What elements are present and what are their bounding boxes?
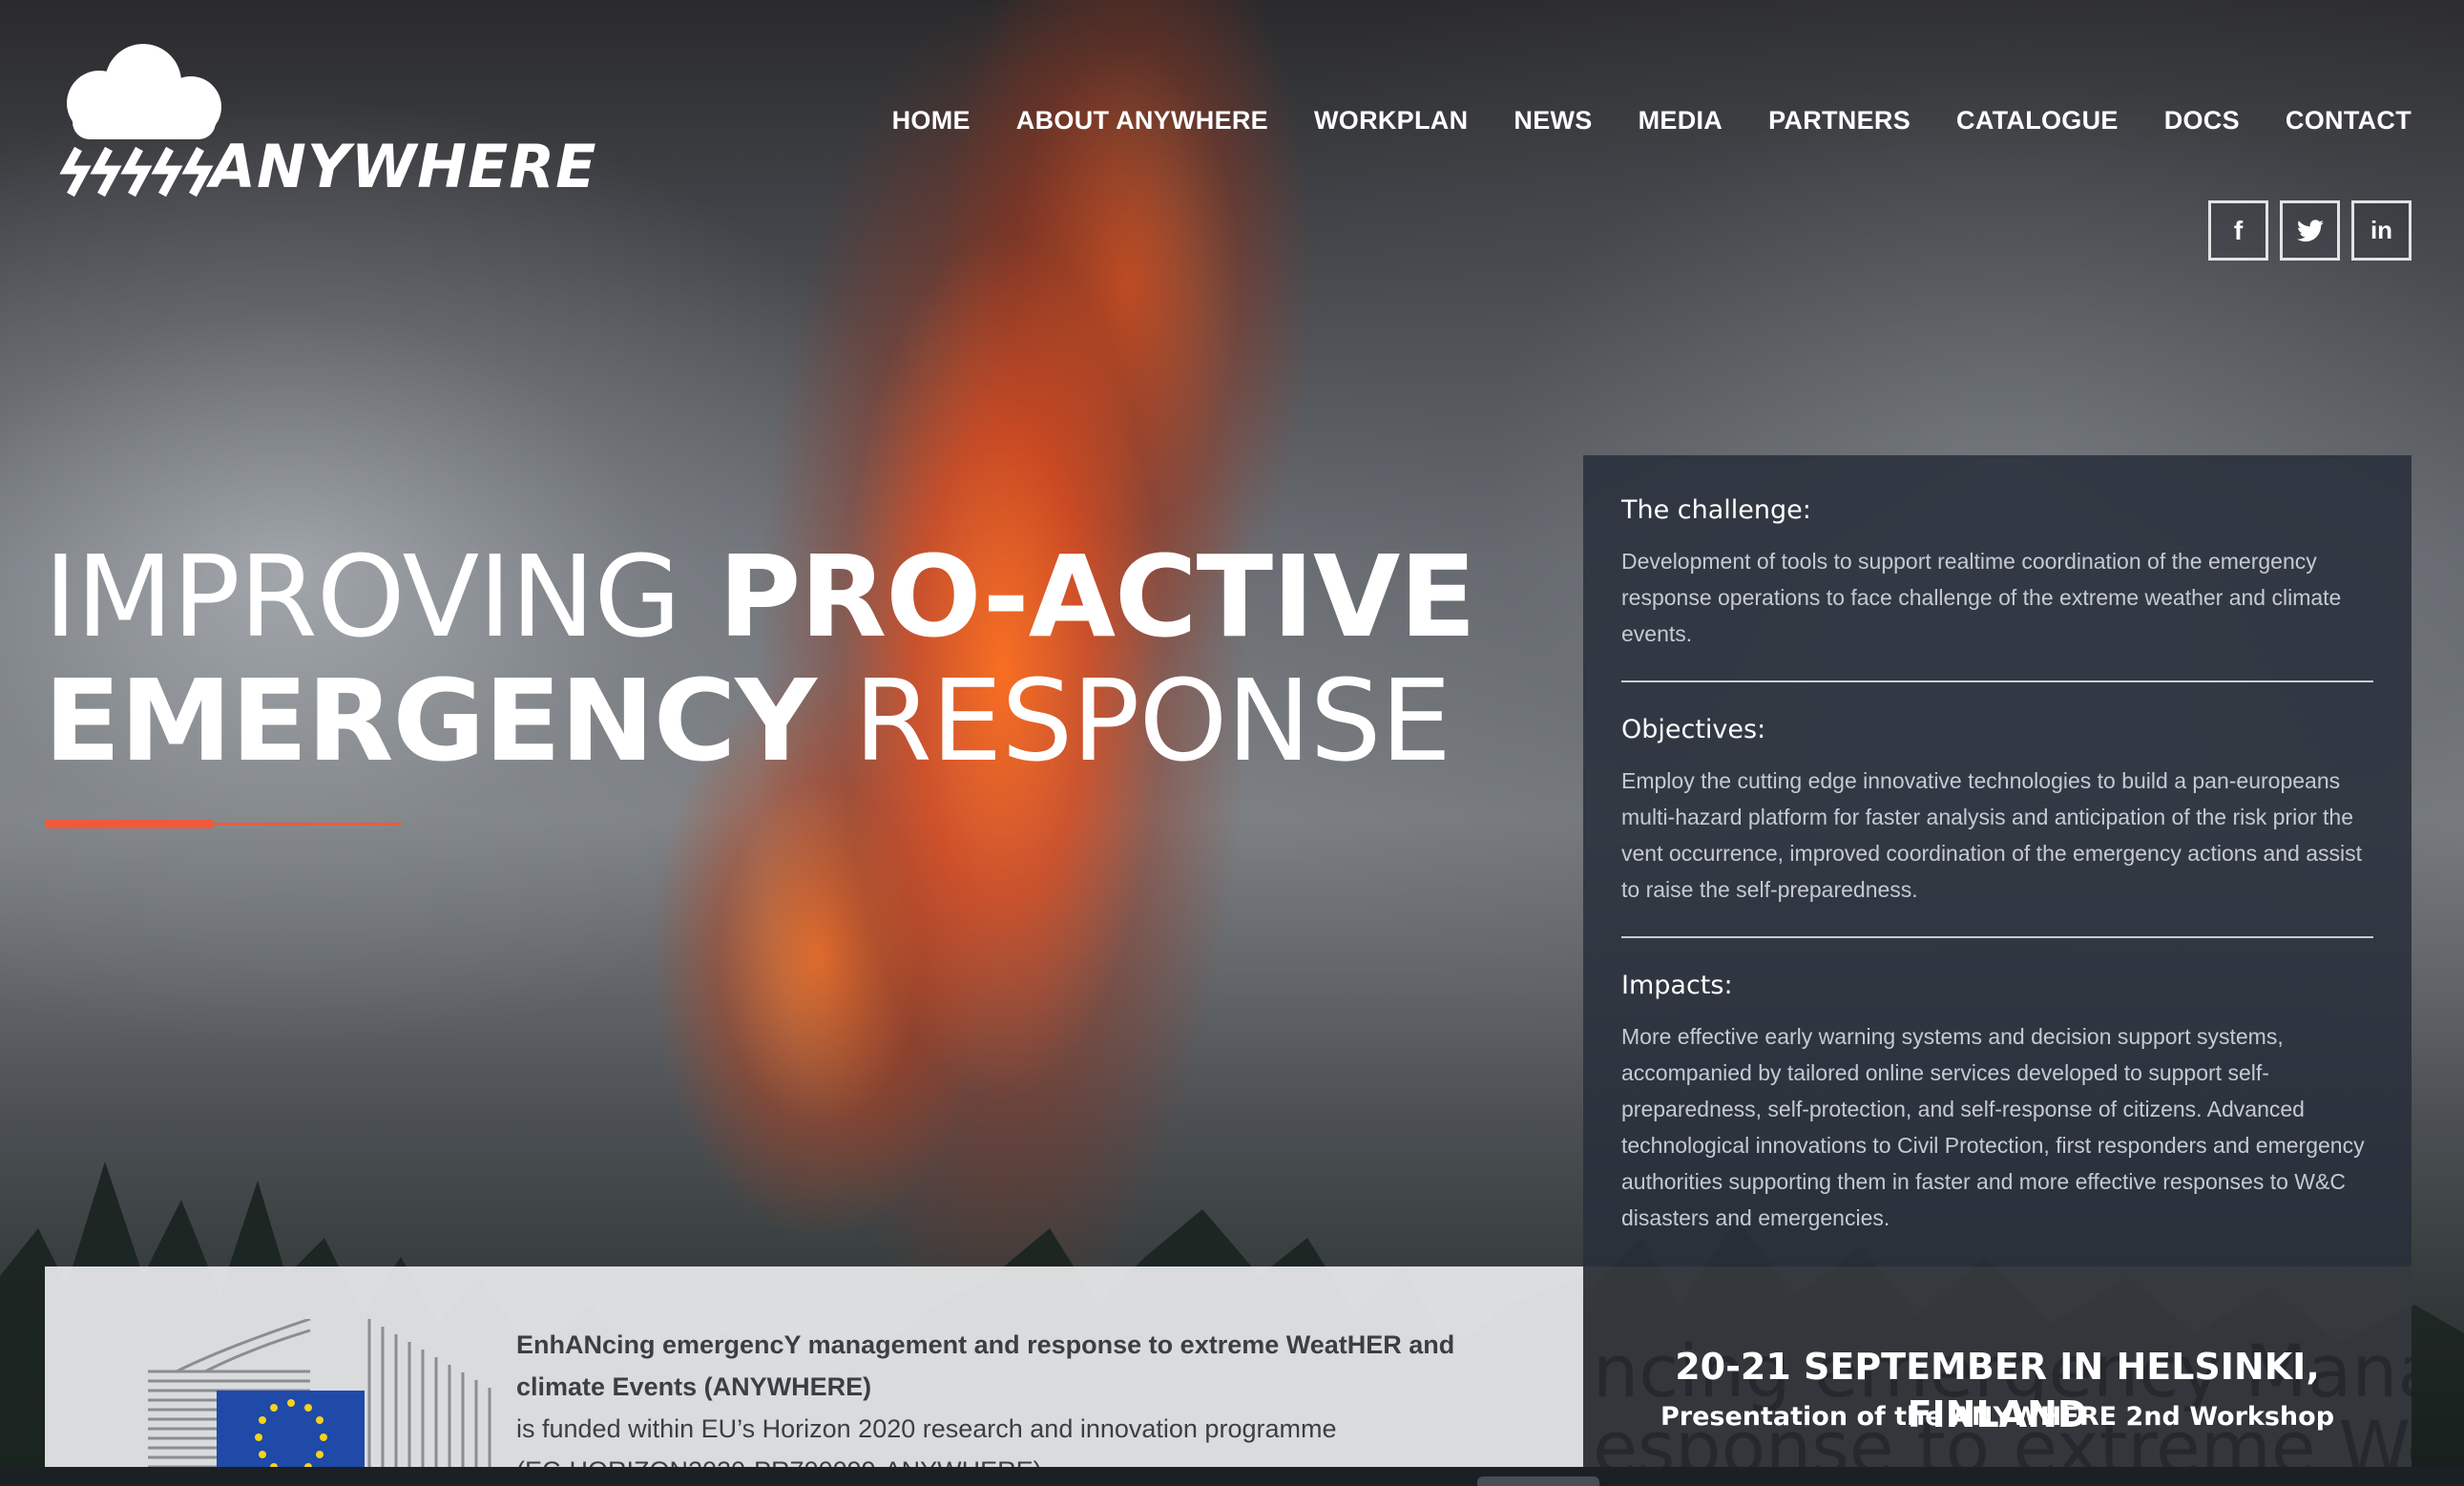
social-links: f in [2208,200,2412,261]
challenge-heading: The challenge: [1621,495,1811,525]
eu-commission-logo [148,1319,491,1486]
facebook-button[interactable]: f [2208,200,2268,261]
twitter-button[interactable] [2280,200,2340,261]
facebook-icon: f [2233,215,2244,245]
panel-divider [1621,680,2373,682]
panel-divider [1621,936,2373,938]
twitter-icon [2296,219,2324,241]
headline-improving: IMPROVING [44,531,681,662]
brand-name: ANYWHERE [210,132,597,201]
nav-contact[interactable]: CONTACT [2286,99,2412,141]
event-banner[interactable]: ncing emergency Mana esponse to extreme … [1583,1266,2412,1486]
nav-media[interactable]: MEDIA [1639,99,1723,141]
challenge-text: Development of tools to support realtime… [1621,549,2342,646]
nav-home[interactable]: HOME [892,99,971,141]
linkedin-button[interactable]: in [2351,200,2412,261]
impacts-text: More effective early warning systems and… [1621,1024,2365,1230]
headline-accent-rule [45,820,213,828]
window-bottom-bar [0,1467,2464,1486]
nav-catalogue[interactable]: CATALOGUE [1956,99,2119,141]
headline-pro-active: PRO-ACTIVE [718,531,1476,662]
event-subtitle: Presentation of the ANYWHERE 2nd Worksho… [1660,1402,2335,1432]
nav-workplan[interactable]: WORKPLAN [1314,99,1468,141]
funding-project-title: EnhANcing emergencY management and respo… [516,1330,1455,1401]
objectives-text: Employ the cutting edge innovative techn… [1621,768,2363,902]
hero-headline: IMPROVING PRO-ACTIVE EMERGENCY RESPONSE [44,534,1571,783]
impacts-heading: Impacts: [1621,971,1733,1000]
main-navigation: HOME ABOUT ANYWHERE WORKPLAN NEWS MEDIA … [846,99,2412,141]
site-logo[interactable]: ANYWHERE [50,44,596,197]
nav-news[interactable]: NEWS [1514,99,1592,141]
project-info-panel: The challenge: Development of tools to s… [1583,455,2412,1266]
linkedin-icon: in [2370,216,2393,244]
funding-statement: is funded within EU’s Horizon 2020 resea… [516,1414,1337,1443]
nav-docs[interactable]: DOCS [2164,99,2240,141]
objectives-heading: Objectives: [1621,715,1766,744]
nav-partners[interactable]: PARTNERS [1768,99,1911,141]
headline-emergency: EMERGENCY [44,655,817,786]
funding-card: EnhANcing emergencY management and respo… [45,1266,1583,1486]
nav-about-anywhere[interactable]: ABOUT ANYWHERE [1016,99,1268,141]
headline-accent-rule-thin [213,823,402,826]
headline-response: RESPONSE [853,655,1451,786]
bottom-handle[interactable] [1477,1476,1599,1486]
